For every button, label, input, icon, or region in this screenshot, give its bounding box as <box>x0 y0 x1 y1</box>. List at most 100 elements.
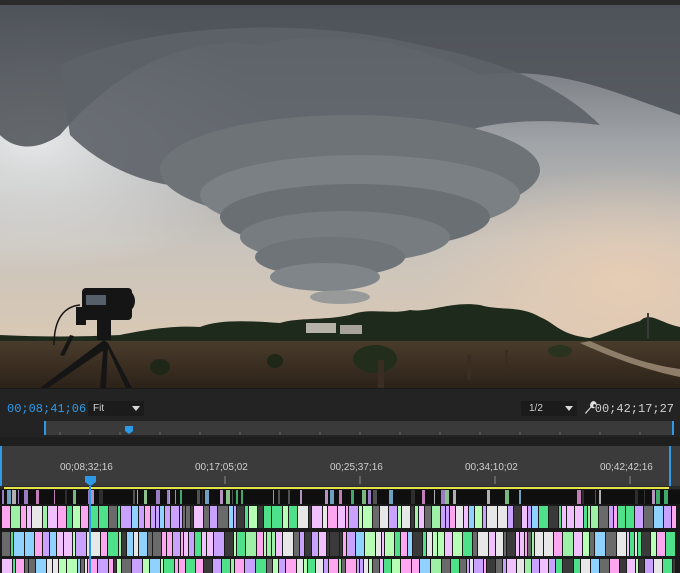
track-clip <box>382 532 384 556</box>
track-clip <box>544 532 553 556</box>
track-clip <box>53 559 58 573</box>
track-clip <box>540 559 548 573</box>
track-clip <box>423 532 426 556</box>
track-clip <box>474 559 483 573</box>
track-clip <box>487 559 495 573</box>
zoom-level-value: Fit <box>93 403 105 414</box>
track-clip <box>441 506 445 528</box>
track-clip <box>272 532 275 556</box>
track-clip <box>184 532 188 556</box>
track-clip <box>368 490 371 504</box>
track-clip <box>2 559 12 573</box>
track-clip <box>412 559 419 573</box>
track-clip <box>286 559 296 573</box>
track-clip <box>12 490 16 504</box>
track-clip <box>132 506 138 528</box>
track-clip <box>300 490 302 504</box>
track-clip <box>273 490 274 504</box>
track-clip <box>151 506 155 528</box>
playhead-line <box>89 486 91 573</box>
track-clip <box>139 506 144 528</box>
track-clips[interactable] <box>0 486 680 573</box>
track-clip <box>532 506 538 528</box>
track-clip <box>319 532 326 556</box>
track-clip <box>446 506 449 528</box>
track-clip <box>588 506 590 528</box>
track-clip <box>599 506 608 528</box>
timeline-tracks[interactable] <box>0 486 680 573</box>
track-clip <box>478 532 488 556</box>
track-clip <box>197 490 200 504</box>
track-clip <box>13 559 15 573</box>
track-clip <box>245 506 248 528</box>
navigator-out-handle <box>672 421 674 435</box>
monitor-navigator[interactable] <box>0 419 680 437</box>
track-clip <box>273 559 278 573</box>
track-clip <box>88 490 89 504</box>
track-clip <box>584 506 587 528</box>
track-clip <box>226 490 230 504</box>
track-clip <box>165 506 170 528</box>
track-clip <box>73 490 76 504</box>
track-clip <box>183 506 185 528</box>
track-clip <box>2 532 10 556</box>
track-clip <box>528 532 531 556</box>
track-clip <box>422 490 425 504</box>
track-clip <box>442 559 450 573</box>
track-clip <box>229 506 233 528</box>
zoom-level-select[interactable]: Fit <box>88 401 144 416</box>
track-clip <box>194 506 203 528</box>
track-clip <box>507 532 515 556</box>
track-clip <box>58 506 66 528</box>
track-clip <box>109 559 113 573</box>
track-clip <box>85 559 87 573</box>
track-clip <box>2 506 10 528</box>
track-clip <box>369 559 372 573</box>
track-clip <box>133 490 135 504</box>
playhead-timecode[interactable]: 00;08;41;06 <box>7 402 86 416</box>
track-clip <box>43 506 47 528</box>
track-clip <box>186 506 190 528</box>
track-clip <box>606 532 616 556</box>
track-clip <box>325 490 328 504</box>
track-clip <box>312 506 322 528</box>
track-clip <box>590 532 594 556</box>
track-clip <box>413 532 422 556</box>
track-clip <box>145 506 150 528</box>
track-clip <box>122 532 126 556</box>
track-clip <box>249 506 257 528</box>
track-clip <box>7 490 11 504</box>
track-clip <box>618 506 625 528</box>
track-clip <box>119 532 121 556</box>
track-clip <box>14 532 24 556</box>
track-clip <box>627 559 635 573</box>
track-clip <box>389 490 393 504</box>
track-clip <box>305 532 311 556</box>
track-clip <box>241 490 243 504</box>
track-clip <box>347 532 355 556</box>
track-clip <box>496 532 503 556</box>
track-clip <box>357 559 359 573</box>
track-clip <box>207 532 213 556</box>
track-clip <box>54 490 55 504</box>
track-clip <box>384 559 391 573</box>
track-clip <box>673 559 675 573</box>
track-clip <box>231 559 234 573</box>
track-clip <box>18 490 19 504</box>
track-clip <box>376 532 381 556</box>
track-clip <box>483 506 486 528</box>
track-clip <box>298 506 308 528</box>
track-clip <box>363 506 372 528</box>
track-clip <box>469 506 474 528</box>
track-clip <box>36 559 46 573</box>
track-clip <box>218 506 228 528</box>
playback-resolution-select[interactable]: 1/2 <box>521 401 577 416</box>
track-clip <box>539 506 548 528</box>
track-clip <box>171 506 179 528</box>
playhead-head[interactable] <box>0 474 680 488</box>
track-clip <box>559 506 561 528</box>
track-clip <box>415 506 418 528</box>
track-clip <box>411 506 414 528</box>
track-clip <box>50 532 56 556</box>
track-clip <box>574 532 582 556</box>
